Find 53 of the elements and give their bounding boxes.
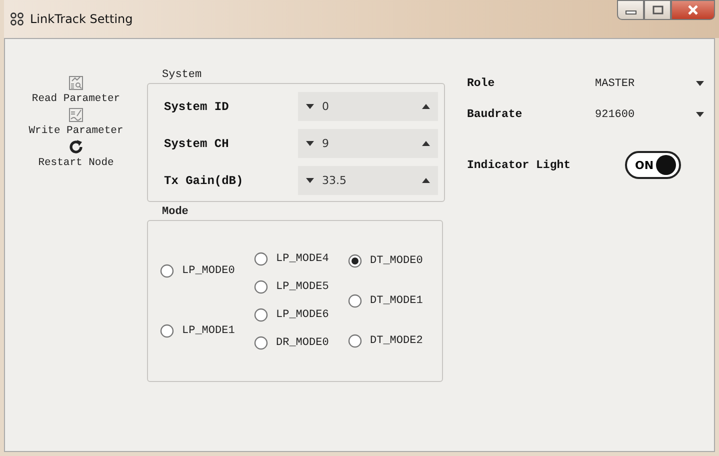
group-title: System bbox=[161, 69, 203, 81]
radio-circle-icon bbox=[348, 334, 362, 348]
radio-button[interactable]: LP_MODE5 bbox=[254, 280, 348, 294]
minimize-button[interactable] bbox=[617, 0, 644, 20]
radio-button[interactable]: LP_MODE6 bbox=[254, 308, 348, 322]
dropdown[interactable]: 921600 bbox=[595, 108, 714, 120]
spin-box[interactable]: 0 bbox=[298, 92, 438, 121]
radio-circle-icon bbox=[160, 264, 174, 278]
field-label: Tx Gain(dB) bbox=[164, 174, 244, 188]
app-icon bbox=[10, 12, 24, 26]
caret-icon bbox=[696, 81, 704, 86]
radio-circle-icon bbox=[254, 252, 268, 266]
close-icon bbox=[687, 5, 699, 15]
toolbar-button[interactable]: Read Parameter bbox=[32, 74, 120, 106]
maximize-button[interactable] bbox=[644, 0, 671, 20]
radio-button[interactable]: LP_MODE4 bbox=[254, 252, 348, 266]
document-edit-icon bbox=[68, 107, 84, 123]
document-search-icon bbox=[68, 75, 84, 91]
radio-button[interactable]: DR_MODE0 bbox=[254, 336, 348, 350]
spin-box[interactable]: 33.5 bbox=[298, 166, 438, 195]
down-arrow-icon bbox=[306, 104, 314, 109]
radio-button[interactable]: DT_MODE0 bbox=[348, 254, 442, 268]
window-title: LinkTrack Setting bbox=[30, 12, 133, 26]
toolbar-button[interactable]: Write Parameter bbox=[28, 106, 124, 138]
radio-button[interactable]: LP_MODE0 bbox=[160, 264, 254, 278]
field-label: Role bbox=[467, 77, 496, 90]
radio-circle-icon bbox=[254, 280, 268, 294]
radio-button[interactable]: DT_MODE1 bbox=[348, 294, 442, 308]
radio-circle-icon bbox=[348, 254, 362, 268]
field-label: System ID bbox=[164, 100, 230, 114]
radio-circle-icon bbox=[254, 336, 268, 350]
radio-circle-icon bbox=[254, 308, 268, 322]
group-title: Mode bbox=[161, 206, 190, 218]
caret-icon bbox=[696, 112, 704, 117]
up-arrow-icon bbox=[422, 141, 430, 146]
up-arrow-icon bbox=[422, 178, 430, 183]
refresh-icon bbox=[68, 139, 84, 155]
radio-button[interactable]: LP_MODE1 bbox=[160, 324, 254, 338]
field-label: System CH bbox=[164, 136, 230, 150]
toggle-switch[interactable]: ON bbox=[625, 151, 681, 179]
radio-circle-icon bbox=[160, 324, 174, 338]
radio-button[interactable]: DT_MODE2 bbox=[348, 334, 442, 348]
close-button[interactable] bbox=[671, 0, 715, 20]
toolbar-button[interactable]: Restart Node bbox=[38, 138, 114, 170]
down-arrow-icon bbox=[306, 141, 314, 146]
radio-circle-icon bbox=[348, 294, 362, 308]
up-arrow-icon bbox=[422, 104, 430, 109]
field-label: Indicator Light bbox=[467, 158, 572, 172]
dropdown[interactable]: MASTER bbox=[595, 78, 714, 90]
down-arrow-icon bbox=[306, 178, 314, 183]
maximize-icon bbox=[652, 5, 664, 15]
field-label: Baudrate bbox=[467, 108, 524, 121]
spin-box[interactable]: 9 bbox=[298, 129, 438, 158]
